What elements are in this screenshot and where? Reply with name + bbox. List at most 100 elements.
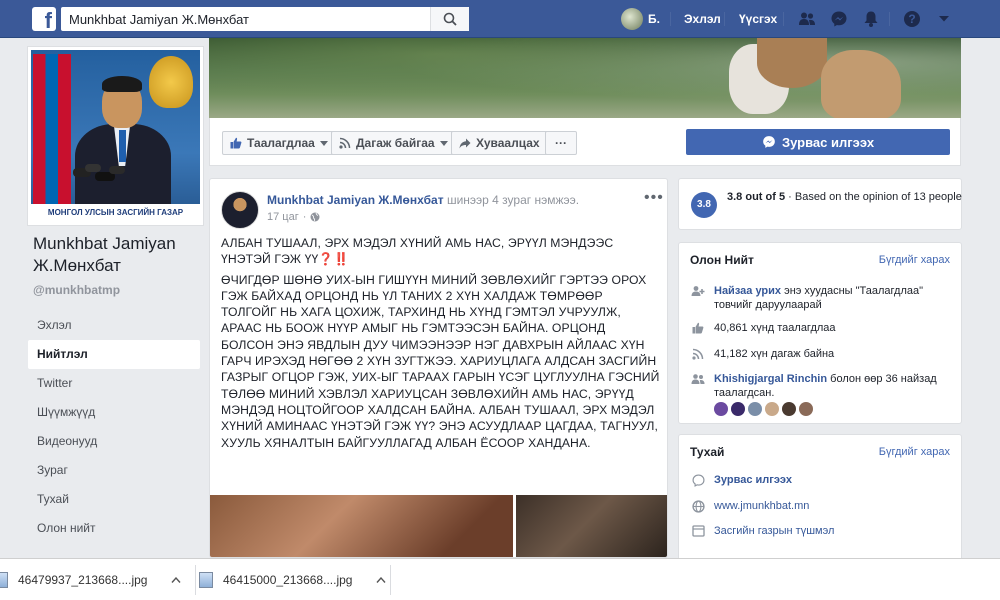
invite-friends-link[interactable]: Найзаа урих [714,285,781,297]
sidebar-item-community[interactable]: Олон нийт [28,514,200,543]
chevron-up-icon[interactable] [376,577,386,583]
friends-like-row: Khishigjargal Rinchin болон өөр 36 найза… [690,372,960,400]
search-input[interactable] [61,7,469,31]
create-link[interactable]: Үүсгэх [739,12,777,26]
chevron-down-icon [439,140,448,146]
sidebar-item-videos[interactable]: Видеонууд [28,427,200,456]
likes-row: 40,861 хүнд таалагдлаа [690,321,960,335]
send-message-button[interactable]: Зурвас илгээх [686,129,950,155]
post-paragraph: ӨЧИГДӨР ШӨНӨ УИХ-ЫН ГИШҮҮН МИНИЙ ЗӨВЛӨХИ… [221,272,660,450]
avatar[interactable] [714,402,728,416]
page-title[interactable]: Munkhbat Jamiyan Ж.Мөнхбат [33,233,203,277]
category-tag-icon [690,524,706,538]
cover-camel-neck [757,38,827,88]
about-website-row: www.jmunkhbat.mn [690,499,960,513]
avatar[interactable] [731,402,745,416]
sidebar-item-twitter[interactable]: Twitter [28,369,200,398]
help-icon[interactable]: ? [902,9,922,29]
rating-score-text[interactable]: 3.8 out of 5 [727,191,785,203]
followers-count: 41,182 хүн дагаж байна [714,348,835,360]
download-divider [195,565,196,595]
page-sidebar-nav: Эхлэл Нийтлэл Twitter Шүүмжүүд Видеонууд… [28,311,200,543]
send-message-label: Зурвас илгээх [781,134,875,150]
photo-caption: МОНГОЛ УЛСЫН ЗАСГИЙН ГАЗАР [31,204,200,222]
friend-avatars [714,402,813,416]
nav-divider [889,12,890,26]
avatar[interactable] [782,402,796,416]
post-photo[interactable] [210,495,513,557]
post-headline: АЛБАН ТУШААЛ, ЭРХ МЭДЭЛ ХҮНИЙ АМЬ НАС, Э… [221,236,614,267]
download-divider [390,565,391,595]
post-author-link[interactable]: Munkhbat Jamiyan Ж.Мөнхбат [267,193,444,207]
more-options-button[interactable]: ··· [545,131,577,155]
state-emblem-image [149,56,193,108]
feed-post: Munkhbat Jamiyan Ж.Мөнхбат шинээр 4 зура… [209,178,668,558]
chevron-down-icon [319,140,328,146]
dot-separator: · [302,211,307,223]
follow-page-button[interactable]: Дагаж байгаа [331,131,456,155]
friends-icon [690,372,706,386]
home-link[interactable]: Эхлэл [684,12,721,26]
account-menu-icon[interactable] [934,9,954,29]
messenger-icon[interactable] [829,9,849,29]
nav-divider [783,12,784,26]
about-see-all-link[interactable]: Бүгдийг харах [879,446,950,458]
page-username[interactable]: @munkhbatmp [33,283,120,297]
nav-divider [670,12,671,26]
microphones-image [73,164,125,181]
about-website-link[interactable]: www.jmunkhbat.mn [714,499,809,513]
browser-download-bar: 46479937_213668....jpg 46415000_213668..… [0,558,1000,600]
profile-picture[interactable]: МОНГОЛ УЛСЫН ЗАСГИЙН ГАЗАР [28,47,203,225]
followers-row: 41,182 хүн дагаж байна [690,347,960,361]
friend-requests-icon[interactable] [797,9,817,29]
about-title: Тухай [690,445,725,459]
search-button[interactable] [430,7,469,31]
download-filename: 46415000_213668....jpg [223,573,353,587]
invite-friends-row: Найзаа урих энэ хуудасны "Таалагдлаа" то… [690,284,960,312]
friend-name-link[interactable]: Khishigjargal Rinchin [714,373,827,385]
mongolian-flag-image [33,54,71,204]
about-message-link[interactable]: Зурвас илгээх [714,473,792,487]
rating-score-badge: 3.8 [691,192,717,218]
chevron-up-icon[interactable] [171,577,181,583]
user-name-link[interactable]: Б. [648,12,660,26]
post-action-text: шинээр 4 зураг нэмжээ. [446,193,580,207]
notifications-icon[interactable] [861,9,881,29]
likes-count: 40,861 хүнд таалагдлаа [714,322,836,334]
messenger-icon [763,136,775,148]
post-author-avatar[interactable] [221,191,259,229]
facebook-logo[interactable]: f [32,7,56,31]
globe-icon [690,499,706,513]
like-page-button[interactable]: Таалагдлаа [222,131,336,155]
person-tie [119,130,126,162]
post-header: Munkhbat Jamiyan Ж.Мөнхбат шинээр 4 зура… [267,193,579,207]
post-timestamp[interactable]: 17 цаг · [267,211,320,223]
share-button[interactable]: Хуваалцах [451,131,548,155]
community-see-all-link[interactable]: Бүгдийг харах [879,254,950,266]
sidebar-item-home[interactable]: Эхлэл [28,311,200,340]
sidebar-item-about[interactable]: Тухай [28,485,200,514]
post-photo[interactable] [516,495,667,557]
image-file-icon [0,572,8,588]
avatar[interactable] [748,402,762,416]
thumbs-up-icon [230,137,242,149]
person-hair [102,76,142,92]
about-message-row: Зурвас илгээх [690,473,960,487]
download-item[interactable]: 46415000_213668....jpg [199,559,386,600]
avatar[interactable] [799,402,813,416]
invite-friends-icon [690,284,706,298]
avatar[interactable] [765,402,779,416]
sidebar-item-posts[interactable]: Нийтлэл [28,340,200,369]
about-category-link[interactable]: Засгийн газрын түшмэл [714,524,834,538]
cover-camel-head [821,50,901,118]
sidebar-item-photos[interactable]: Зураг [28,456,200,485]
about-category-row: Засгийн газрын түшмэл [690,524,960,538]
post-options-button[interactable]: ••• [644,189,664,207]
cover-photo[interactable] [209,38,961,118]
post-time-text: 17 цаг [267,211,299,223]
rating-summary: 3.8 out of 5 · Based on the opinion of 1… [727,190,977,205]
download-item[interactable]: 46479937_213668....jpg [0,559,181,600]
sidebar-item-reviews[interactable]: Шүүмжүүд [28,398,200,427]
user-avatar[interactable] [621,8,643,30]
share-arrow-icon [459,138,471,148]
